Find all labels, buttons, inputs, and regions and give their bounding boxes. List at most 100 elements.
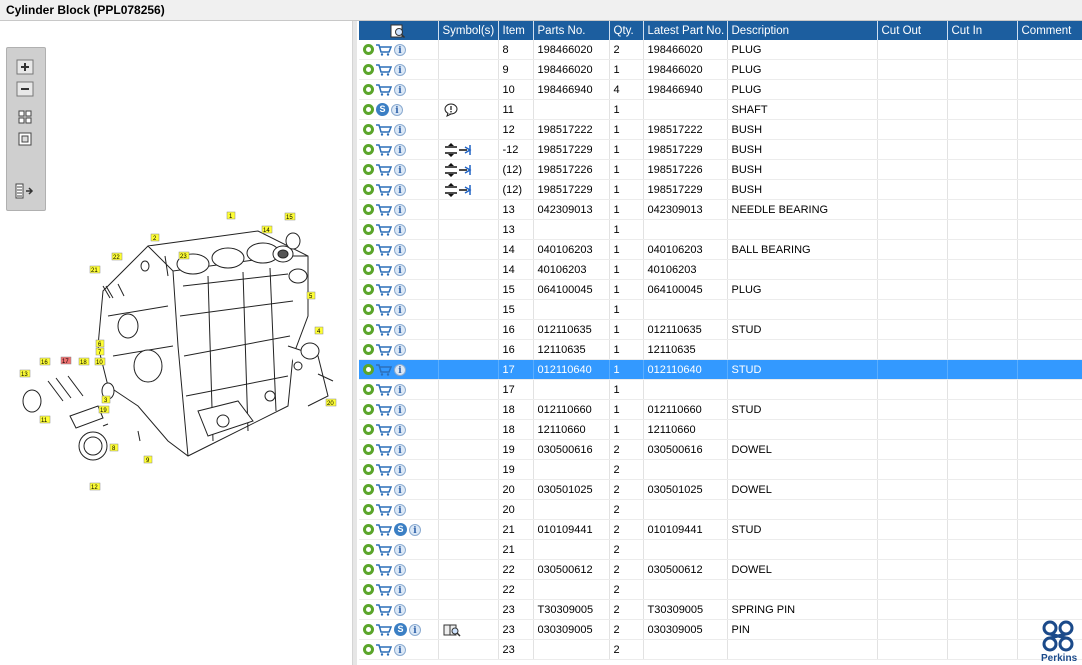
info-icon[interactable]: i: [394, 83, 406, 96]
symbols-cell[interactable]: [438, 439, 499, 460]
info-icon[interactable]: i: [394, 463, 406, 476]
symbols-cell[interactable]: [438, 399, 499, 420]
fit-page-icon[interactable]: [15, 130, 35, 148]
table-row[interactable]: i 19 030500616 2 030500616 DOWEL: [359, 439, 1082, 460]
cart-icon[interactable]: [376, 523, 394, 536]
gear-icon[interactable]: [363, 344, 374, 356]
fit-grid-icon[interactable]: [15, 108, 35, 126]
info-icon[interactable]: i: [394, 343, 406, 356]
gear-icon[interactable]: [363, 604, 374, 616]
table-row[interactable]: i (12) 198517226 1 198517226 BUSH: [359, 159, 1082, 180]
info-icon[interactable]: i: [394, 243, 406, 256]
cart-icon[interactable]: [376, 583, 394, 596]
gear-icon[interactable]: [363, 524, 374, 535]
table-row[interactable]: i 22 2: [359, 579, 1082, 600]
gear-icon[interactable]: [363, 624, 374, 635]
cart-icon[interactable]: [376, 483, 394, 496]
cart-icon[interactable]: [376, 503, 394, 516]
column-header-item[interactable]: Item: [498, 21, 534, 40]
cart-icon[interactable]: [376, 363, 394, 376]
info-icon[interactable]: i: [394, 603, 406, 616]
column-header-symbols[interactable]: Symbol(s): [438, 21, 499, 40]
symbols-cell[interactable]: [438, 179, 499, 200]
zoom-in-icon[interactable]: [15, 58, 35, 76]
info-icon[interactable]: i: [394, 303, 406, 316]
cart-icon[interactable]: [376, 643, 394, 656]
cart-icon[interactable]: [376, 463, 394, 476]
gear-icon[interactable]: [363, 284, 374, 296]
gear-icon[interactable]: [363, 484, 374, 496]
table-row[interactable]: i 23 T30309005 2 T30309005 SPRING PIN: [359, 599, 1082, 620]
column-header-cut-in[interactable]: Cut In: [947, 21, 1018, 40]
cart-icon[interactable]: [376, 83, 394, 96]
gear-icon[interactable]: [363, 84, 374, 96]
cart-icon[interactable]: [376, 123, 394, 136]
table-row[interactable]: i 19 2: [359, 459, 1082, 480]
symbols-cell[interactable]: [438, 519, 499, 540]
gear-icon[interactable]: [363, 184, 374, 196]
info-icon[interactable]: i: [394, 583, 406, 596]
gear-icon[interactable]: [363, 504, 374, 516]
table-row[interactable]: Si 11 1 SHAFT: [359, 99, 1082, 120]
cart-icon[interactable]: [376, 263, 394, 276]
column-header-actions[interactable]: [359, 21, 439, 40]
symbols-cell[interactable]: [438, 619, 499, 640]
gear-icon[interactable]: [363, 564, 374, 576]
symbols-cell[interactable]: [438, 99, 499, 120]
supersession-s-icon[interactable]: S: [394, 623, 407, 636]
symbols-cell[interactable]: [438, 539, 499, 560]
symbols-cell[interactable]: [438, 499, 499, 520]
column-header-comment[interactable]: Comment: [1017, 21, 1082, 40]
info-icon[interactable]: i: [394, 543, 406, 556]
symbols-cell[interactable]: [438, 159, 499, 180]
symbols-cell[interactable]: [438, 479, 499, 500]
cart-icon[interactable]: [376, 143, 394, 156]
table-row[interactable]: Si 23 030309005 2 030309005 PIN: [359, 619, 1082, 640]
search-doc-icon[interactable]: [390, 24, 406, 38]
info-icon[interactable]: i: [394, 363, 406, 376]
symbols-cell[interactable]: [438, 40, 499, 60]
cart-icon[interactable]: [376, 43, 394, 56]
cart-icon[interactable]: [376, 423, 394, 436]
column-header-parts-no[interactable]: Parts No.: [533, 21, 610, 40]
symbols-cell[interactable]: [438, 359, 499, 380]
gear-icon[interactable]: [363, 164, 374, 176]
info-icon[interactable]: i: [394, 403, 406, 416]
symbols-cell[interactable]: [438, 259, 499, 280]
table-row[interactable]: i 16 012110635 1 012110635 STUD: [359, 319, 1082, 340]
gear-icon[interactable]: [363, 644, 374, 656]
symbols-cell[interactable]: [438, 59, 499, 80]
gear-icon[interactable]: [363, 124, 374, 136]
info-icon[interactable]: i: [394, 483, 406, 496]
table-row[interactable]: i 10 198466940 4 198466940 PLUG: [359, 79, 1082, 100]
table-row[interactable]: i 17 1: [359, 379, 1082, 400]
diagram-pane[interactable]: 1 2 3 4 5 6 7 8 9 10 11 12 13 14 15 16 1…: [0, 21, 353, 665]
symbols-cell[interactable]: [438, 339, 499, 360]
table-row[interactable]: i 13 042309013 1 042309013 NEEDLE BEARING: [359, 199, 1082, 220]
table-row[interactable]: i (12) 198517229 1 198517229 BUSH: [359, 179, 1082, 200]
gear-icon[interactable]: [363, 264, 374, 276]
gear-icon[interactable]: [363, 324, 374, 336]
table-row[interactable]: i 21 2: [359, 539, 1082, 560]
symbols-cell[interactable]: [438, 379, 499, 400]
table-row[interactable]: i 14 040106203 1 040106203 BALL BEARING: [359, 239, 1082, 260]
cart-icon[interactable]: [376, 203, 394, 216]
info-icon[interactable]: i: [394, 263, 406, 276]
symbols-cell[interactable]: [438, 139, 499, 160]
cart-icon[interactable]: [376, 163, 394, 176]
info-icon[interactable]: i: [394, 503, 406, 516]
symbols-cell[interactable]: [438, 419, 499, 440]
column-header-latest-part-no[interactable]: Latest Part No.: [643, 21, 728, 40]
gear-icon[interactable]: [363, 224, 374, 236]
cart-icon[interactable]: [376, 343, 394, 356]
cart-icon[interactable]: [376, 403, 394, 416]
table-row[interactable]: i 20 2: [359, 499, 1082, 520]
symbols-cell[interactable]: [438, 239, 499, 260]
cart-icon[interactable]: [376, 323, 394, 336]
exploded-parts-diagram[interactable]: 1 2 3 4 5 6 7 8 9 10 11 12 13 14 15 16 1…: [8, 206, 338, 506]
gear-icon[interactable]: [363, 384, 374, 396]
cart-icon[interactable]: [376, 243, 394, 256]
gear-icon[interactable]: [363, 424, 374, 436]
info-icon[interactable]: i: [409, 523, 421, 536]
symbols-cell[interactable]: [438, 79, 499, 100]
